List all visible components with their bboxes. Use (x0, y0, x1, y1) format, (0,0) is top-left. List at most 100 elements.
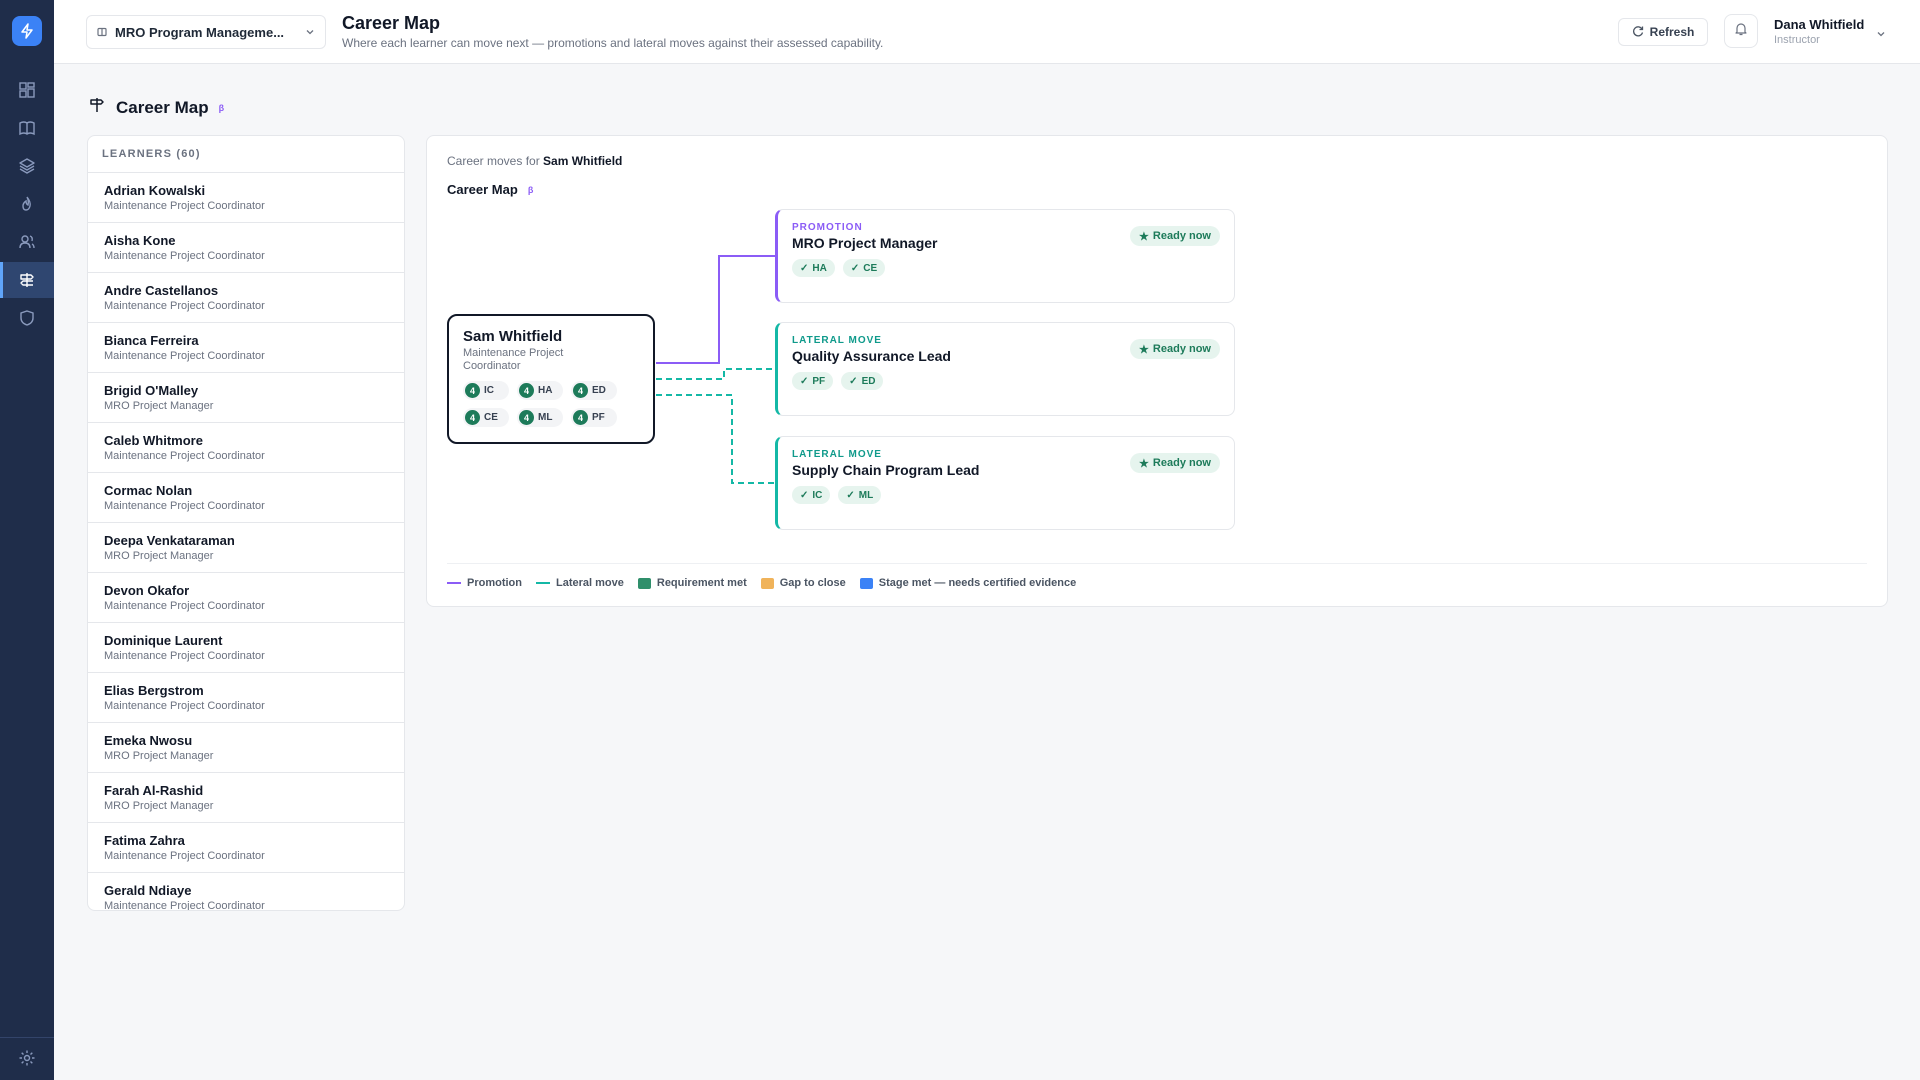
program-select-value: MRO Program Manageme... (115, 24, 285, 40)
lateral-connector-qa (656, 368, 775, 380)
top-header: MRO Program Manageme... Career Map Where… (54, 0, 1920, 64)
nav-dashboard-icon[interactable] (0, 72, 54, 108)
capability-code: ED (592, 385, 606, 396)
learner-role: Maintenance Project Coordinator (104, 250, 265, 262)
nav-layers-icon[interactable] (0, 148, 54, 184)
legend-swatch (859, 577, 873, 589)
legend: Promotion Lateral move Requirement met Gap … (447, 577, 1076, 589)
refresh-button[interactable]: Refresh (1618, 18, 1708, 46)
capability-level: 4 (519, 410, 534, 425)
capability-chip: 4 ED (571, 381, 617, 400)
learner-list-item[interactable]: Aisha Kone Maintenance Project Coordinato… (88, 223, 404, 273)
requirement-chip: ✓ CE (842, 259, 886, 277)
legend-label: Stage met — needs certified evidence (878, 577, 1077, 589)
learner-list-item[interactable]: Andre Castellanos Maintenance Project Coo… (88, 273, 404, 323)
nav-courses-icon[interactable] (0, 110, 54, 146)
requirement-code: ED (861, 375, 876, 387)
promotion-card[interactable]: PROMOTION MRO Project Manager ✓ HA ✓ CE ★ Ready… (775, 209, 1235, 303)
learner-role: Maintenance Project Coordinator (104, 900, 265, 911)
learner-name: Devon Okafor (104, 583, 190, 598)
learner-list-item[interactable]: Deepa Venkataraman MRO Project Manager (88, 523, 404, 573)
ready-label: Ready now (1152, 343, 1211, 355)
learner-name: Emeka Nwosu (104, 733, 193, 748)
capability-level: 4 (465, 383, 480, 398)
source-name: Sam Whitfield (463, 328, 563, 345)
legend-swatch (760, 577, 774, 589)
learner-name: Elias Bergstrom (104, 683, 204, 698)
learner-list-item[interactable]: Devon Okafor Maintenance Project Coordina… (88, 573, 404, 623)
requirement-chip: ✓ ED (841, 372, 884, 390)
nav-people-icon[interactable] (0, 224, 54, 260)
learner-role: Maintenance Project Coordinator (104, 300, 265, 312)
learners-heading: LEARNERS (60) (88, 136, 404, 173)
legend-item: Gap to close (760, 577, 846, 589)
capability-chip: 4 ML (517, 408, 563, 427)
header-subtitle: Where each learner can move next — promo… (342, 36, 884, 50)
nav-career-map-icon[interactable] (0, 262, 54, 298)
ready-label: Ready now (1152, 457, 1211, 469)
page-title: Career Map β (88, 96, 224, 119)
learner-list-item[interactable]: Caleb Whitmore Maintenance Project Coordi… (88, 423, 404, 473)
sidebar (0, 0, 54, 1080)
capability-code: ML (538, 412, 553, 423)
program-select[interactable]: MRO Program Manageme... (86, 15, 326, 49)
learner-list-item[interactable]: Brigid O'Malley MRO Project Manager (88, 373, 404, 423)
notifications-button[interactable] (1724, 14, 1758, 48)
page-title-text: Career Map (116, 97, 209, 117)
capability-level: 4 (573, 383, 588, 398)
app-logo-icon[interactable] (12, 16, 42, 46)
learner-role: MRO Project Manager (104, 750, 214, 762)
lateral-move-card[interactable]: LATERAL MOVE Quality Assurance Lead ✓ PF ✓ ED… (775, 322, 1235, 416)
learner-role: Maintenance Project Coordinator (104, 350, 265, 362)
signpost-icon (88, 96, 106, 119)
nav-streak-icon[interactable] (0, 186, 54, 222)
requirements-row: ✓ PF ✓ ED (792, 372, 1220, 390)
star-icon: ★ (1139, 457, 1149, 470)
requirement-code: PF (812, 375, 826, 387)
learner-list-item[interactable]: Adrian Kowalski Maintenance Project Coord… (88, 173, 404, 223)
learner-role: Maintenance Project Coordinator (104, 500, 265, 512)
capability-chip: 4 IC (463, 381, 509, 400)
learner-list-item[interactable]: Farah Al-Rashid MRO Project Manager (88, 773, 404, 823)
requirements-row: ✓ HA ✓ CE (792, 259, 1220, 277)
requirement-code: IC (812, 489, 823, 501)
legend-item: Lateral move (536, 577, 624, 589)
capability-level: 4 (519, 383, 534, 398)
legend-label: Promotion (467, 577, 522, 589)
current-role-card[interactable]: Sam Whitfield Maintenance Project Coordi… (447, 314, 655, 444)
learner-name: Caleb Whitmore (104, 433, 203, 448)
learner-list-item[interactable]: Dominique Laurent Maintenance Project Coo… (88, 623, 404, 673)
learner-list-item[interactable]: Bianca Ferreira Maintenance Project Coord… (88, 323, 404, 373)
check-icon: ✓ (800, 375, 809, 387)
lateral-move-card[interactable]: LATERAL MOVE Supply Chain Program Lead ✓ IC… (775, 436, 1235, 530)
learner-list: Adrian Kowalski Maintenance Project Coord… (88, 173, 404, 911)
learner-role: Maintenance Project Coordinator (104, 700, 265, 712)
nav-security-icon[interactable] (0, 300, 54, 336)
learner-list-item[interactable]: Elias Bergstrom Maintenance Project Coord… (88, 673, 404, 723)
check-icon: ✓ (846, 489, 855, 501)
requirement-code: HA (812, 262, 827, 274)
learner-list-item[interactable]: Cormac Nolan Maintenance Project Coordina… (88, 473, 404, 523)
requirement-code: CE (863, 262, 878, 274)
requirement-chip: ✓ IC (792, 486, 831, 504)
learner-role: Maintenance Project Coordinator (104, 200, 265, 212)
header-title: Career Map (342, 13, 441, 33)
requirement-code: ML (858, 489, 874, 501)
learner-list-item[interactable]: Gerald Ndiaye Maintenance Project Coordin… (88, 873, 404, 911)
career-map-card: Career moves for Sam Whitfield Career Ma… (426, 135, 1888, 607)
learner-list-item[interactable]: Emeka Nwosu MRO Project Manager (88, 723, 404, 773)
refresh-icon (1632, 25, 1644, 40)
capability-level: 4 (465, 410, 480, 425)
requirement-chip: ✓ ML (838, 486, 882, 504)
learner-list-item[interactable]: Fatima Zahra Maintenance Project Coordina… (88, 823, 404, 873)
ready-badge: ★ Ready now (1130, 339, 1220, 359)
lateral-connector-supply (656, 394, 775, 484)
legend-item: Promotion (447, 577, 522, 589)
learner-role: MRO Project Manager (104, 800, 214, 812)
learner-role: MRO Project Manager (104, 550, 214, 562)
settings-gear-icon[interactable] (0, 1040, 54, 1076)
user-chevron-down-icon[interactable] (1876, 26, 1886, 44)
promotion-connector (656, 255, 775, 364)
capability-level: 4 (573, 410, 588, 425)
beta-badge: β (218, 102, 225, 113)
